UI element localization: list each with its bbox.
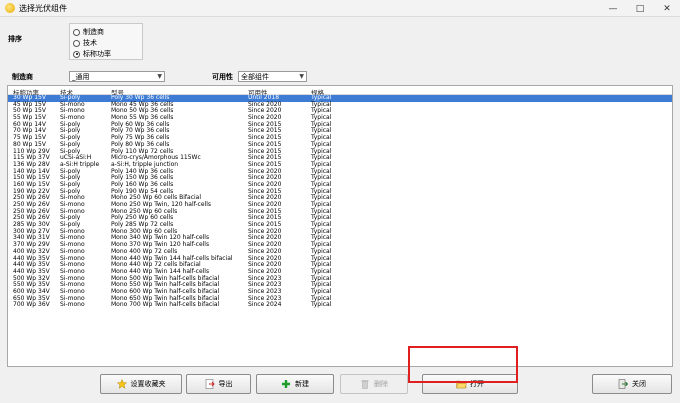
sort-label: 排序: [8, 35, 22, 43]
availability-select[interactable]: 全部组件 ▼: [238, 71, 307, 82]
table-row[interactable]: 550 Wp 35V Si-mono Mono 550 Wp Twin half-c…: [8, 282, 672, 289]
sort-option-manufacturer[interactable]: 制造商: [73, 27, 104, 37]
list-rows: 30 Wp 15V Si-poly Poly 30 Wp 36 cells Until…: [8, 94, 672, 309]
trash-icon: [360, 379, 370, 389]
star-icon: [116, 378, 127, 389]
manufacturer-label: 制造商: [12, 73, 33, 81]
sort-option-label: 标称功率: [83, 50, 111, 58]
table-row[interactable]: 370 Wp 29V Si-mono Mono 370 Wp Twin 120 ha…: [8, 241, 672, 249]
sort-option-technology[interactable]: 技术: [73, 38, 97, 48]
sort-radio-group: 制造商 技术 标称功率: [69, 23, 143, 60]
close-label: 关闭: [632, 380, 646, 388]
sort-option-label: 技术: [83, 39, 97, 47]
table-row[interactable]: 300 Wp 27V Si-mono Mono 300 Wp 60 cells Sin…: [8, 228, 672, 236]
table-row[interactable]: 340 Wp 31V Si-mono Mono 340 Wp Twin 120 ha…: [8, 235, 672, 242]
radio-icon[interactable]: [73, 28, 80, 36]
list-header: 标称功率 技术 型号 可用性 规格: [8, 86, 672, 97]
table-row[interactable]: 140 Wp 14V Si-poly Poly 140 Wp 36 cells Sin…: [8, 168, 672, 176]
table-row[interactable]: 190 Wp 22V Si-poly Poly 190 Wp 54 cells Sin…: [8, 188, 672, 196]
plus-icon: [281, 379, 291, 389]
table-row[interactable]: 136 Wp 28V a-Si:H tripple a-Si:H, tripple …: [8, 161, 672, 169]
sort-option-power[interactable]: 标称功率: [73, 49, 111, 59]
export-label: 导出: [218, 380, 233, 388]
col-availability: Since 2024: [248, 301, 282, 309]
table-row[interactable]: 45 Wp 15V Si-mono Mono 45 Wp 36 cells Since…: [8, 101, 672, 109]
chevron-down-icon: ▼: [157, 73, 162, 80]
col-technology: Si-mono: [60, 301, 85, 309]
table-row[interactable]: 400 Wp 32V Si-mono Mono 400 Wp 72 cells Sin…: [8, 248, 672, 256]
table-row[interactable]: 150 Wp 15V Si-poly Poly 150 Wp 36 cells Sin…: [8, 175, 672, 182]
table-row[interactable]: 600 Wp 34V Si-mono Mono 600 Wp Twin half-c…: [8, 288, 672, 296]
table-row[interactable]: 30 Wp 15V Si-poly Poly 30 Wp 36 cells Until…: [8, 94, 672, 102]
table-row[interactable]: 250 Wp 26V Si-mono Mono 250 Wp 60 cells Bi…: [8, 195, 672, 202]
col-spec: Typical: [311, 301, 332, 309]
title-bar: 选择光伏组件 — □ ✕: [0, 0, 680, 17]
maximize-icon[interactable]: □: [627, 0, 653, 17]
radio-selected-icon[interactable]: [73, 50, 80, 58]
table-row[interactable]: 700 Wp 36V Si-mono Mono 700 Wp Twin half-c…: [8, 302, 672, 309]
module-list[interactable]: 标称功率 技术 型号 可用性 规格 30 Wp 15V Si-poly Poly 3…: [7, 85, 673, 367]
table-row[interactable]: 440 Wp 35V Si-mono Mono 440 Wp 72 cells bi…: [8, 261, 672, 269]
table-row[interactable]: 55 Wp 15V Si-mono Mono 55 Wp 36 cells Since…: [8, 114, 672, 122]
table-row[interactable]: 500 Wp 32V Si-mono Mono 500 Wp Twin half-c…: [8, 275, 672, 283]
table-row[interactable]: 50 Wp 15V Si-mono Mono 50 Wp 36 cells Since…: [8, 108, 672, 115]
table-row[interactable]: 250 Wp 26V Si-mono Mono 250 Wp Twin, 120 h…: [8, 201, 672, 209]
export-icon: [205, 379, 215, 389]
table-row[interactable]: 80 Wp 15V Si-poly Poly 80 Wp 36 cells Since…: [8, 141, 672, 149]
set-favorites-button[interactable]: 设置收藏夹: [100, 374, 182, 394]
chevron-down-icon: ▼: [299, 73, 304, 80]
dialog-body: 排序 制造商 技术 标称功率 制造商 _通用 ▼ 可用性 全部组件 ▼ 标称功率…: [0, 17, 680, 403]
sort-option-label: 制造商: [83, 28, 104, 36]
table-row[interactable]: 250 Wp 26V Si-poly Poly 250 Wp 60 cells Sin…: [8, 215, 672, 222]
table-row[interactable]: 650 Wp 35V Si-mono Mono 650 Wp Twin half-c…: [8, 295, 672, 303]
availability-value: 全部组件: [241, 72, 269, 81]
close-button[interactable]: 关闭: [592, 374, 672, 394]
manufacturer-select[interactable]: _通用 ▼: [69, 71, 165, 82]
new-button[interactable]: 新建: [256, 374, 334, 394]
new-label: 新建: [295, 380, 309, 388]
close-window-icon[interactable]: ✕: [654, 0, 680, 17]
table-row[interactable]: 160 Wp 15V Si-poly Poly 160 Wp 36 cells Sin…: [8, 181, 672, 189]
table-row[interactable]: 75 Wp 15V Si-poly Poly 75 Wp 36 cells Since…: [8, 134, 672, 142]
table-row[interactable]: 440 Wp 35V Si-mono Mono 440 Wp Twin 144 ha…: [8, 255, 672, 263]
table-row[interactable]: 70 Wp 14V Si-poly Poly 70 Wp 36 cells Since…: [8, 128, 672, 135]
delete-label: 删除: [374, 380, 388, 388]
availability-label: 可用性: [212, 73, 233, 81]
delete-button[interactable]: 删除: [340, 374, 408, 394]
table-row[interactable]: 115 Wp 37V uCSi-aSi:H Micro-crys/Amorphous…: [8, 154, 672, 162]
table-row[interactable]: 440 Wp 35V Si-mono Mono 440 Wp Twin 144 ha…: [8, 268, 672, 276]
set-favorites-label: 设置收藏夹: [130, 380, 166, 388]
minimize-icon[interactable]: —: [600, 0, 626, 17]
col-power: 700 Wp 36V: [13, 301, 50, 309]
exit-door-icon: [618, 379, 629, 389]
window-title: 选择光伏组件: [19, 4, 67, 13]
table-row[interactable]: 250 Wp 26V Si-mono Mono 250 Wp 60 cells Sin…: [8, 208, 672, 216]
export-button[interactable]: 导出: [186, 374, 251, 394]
highlight-box: [408, 346, 518, 383]
table-row[interactable]: 285 Wp 30V Si-poly Poly 285 Wp 72 cells Sin…: [8, 221, 672, 229]
table-row[interactable]: 60 Wp 14V Si-poly Poly 60 Wp 36 cells Since…: [8, 121, 672, 129]
manufacturer-value: _通用: [72, 72, 90, 81]
table-row[interactable]: 110 Wp 29V Si-poly Poly 110 Wp 72 cells Sin…: [8, 148, 672, 156]
radio-icon[interactable]: [73, 39, 80, 47]
col-model: Mono 700 Wp Twin half-cells bifacial: [111, 301, 220, 309]
app-icon: [5, 3, 15, 13]
